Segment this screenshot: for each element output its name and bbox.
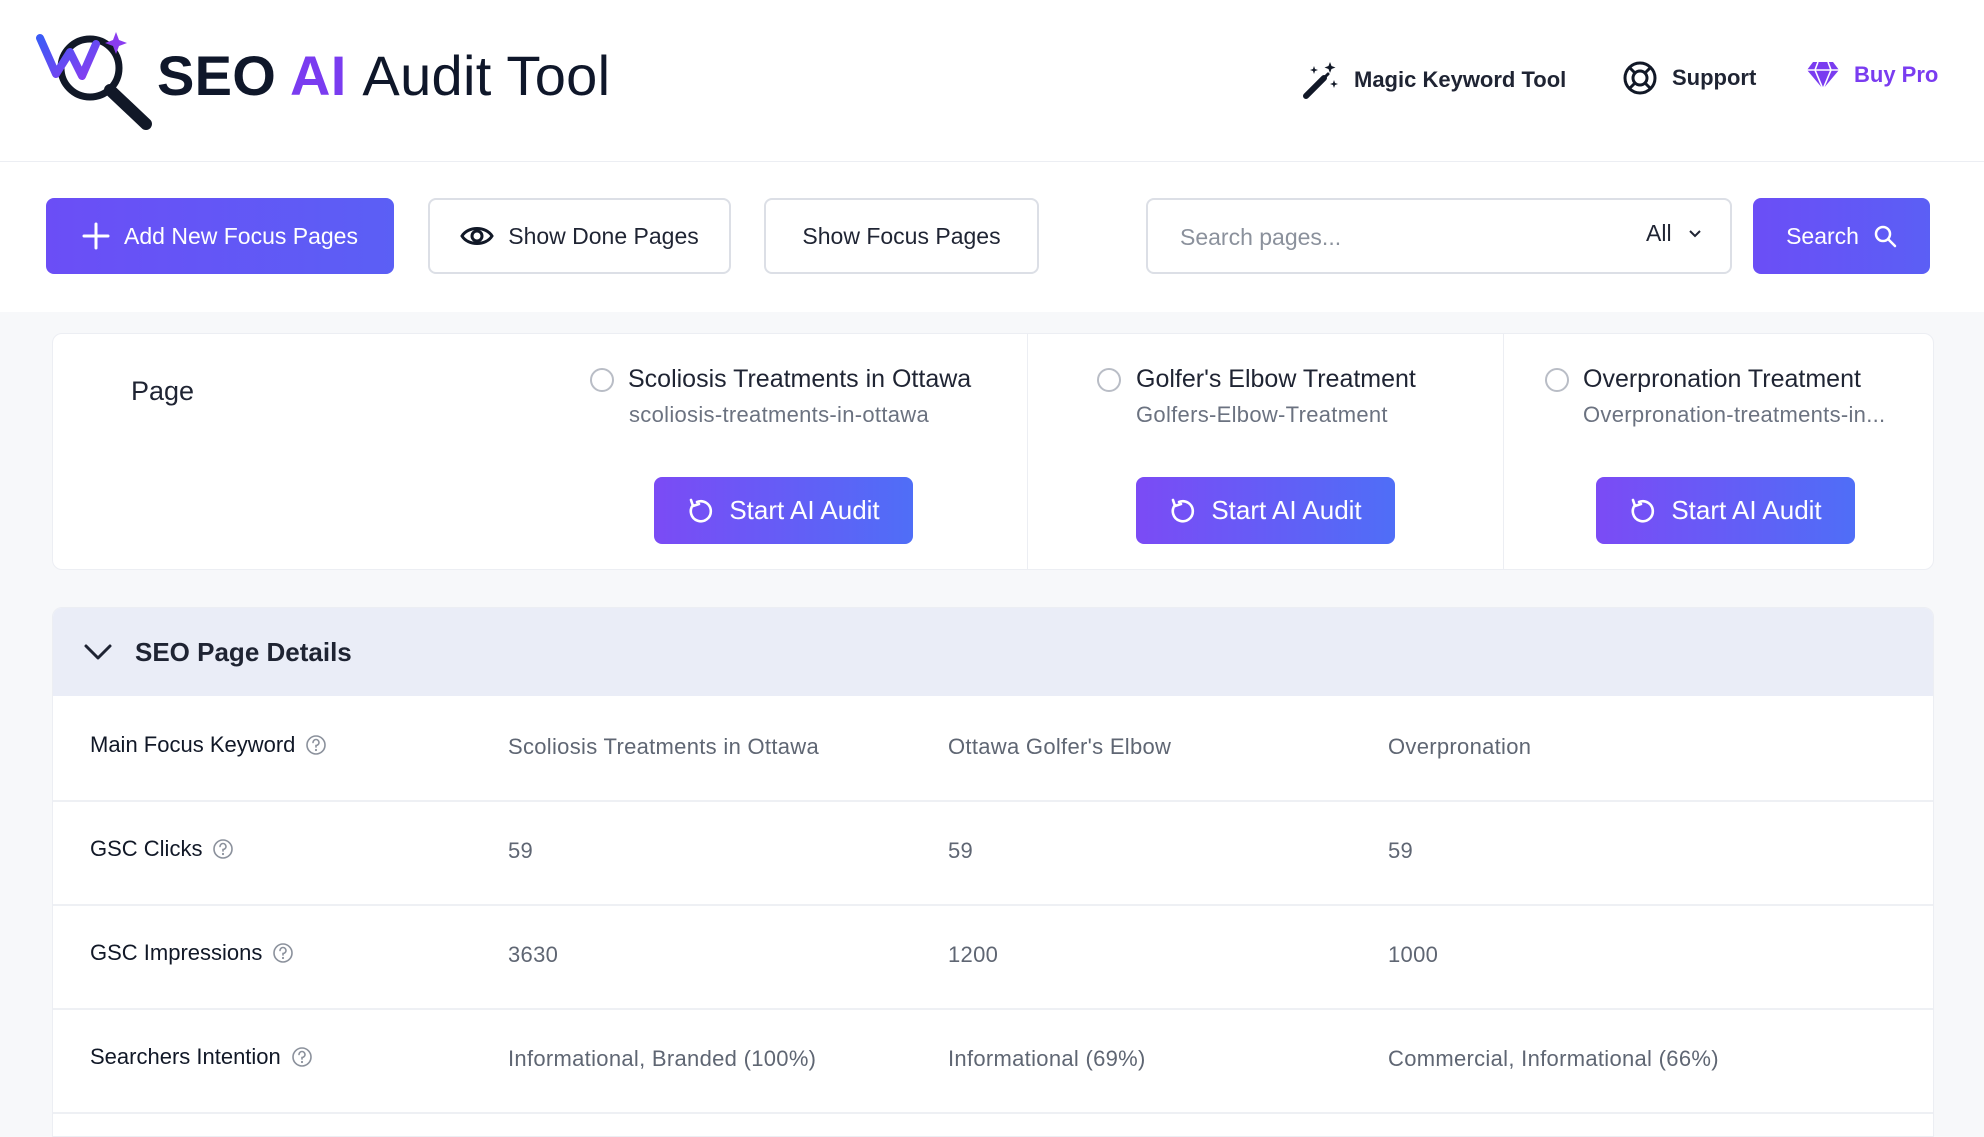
diamond-icon [1807,61,1839,90]
show-done-pages-button[interactable]: Show Done Pages [428,198,731,274]
audit-button-label: Start AI Audit [1671,495,1822,525]
row-label: GSC Impressions [90,940,263,965]
toolbar: Add New Focus Pages Show Done Pages Show… [0,162,1984,312]
row-value: 3630 [508,942,559,967]
magic-wand-icon [1303,62,1338,99]
table-row: Main Focus Keyword Scoliosis Treatments … [53,696,1933,802]
row-label-wrap: Searchers Intention [90,1044,313,1070]
row-value: 1000 [1388,942,1439,967]
row-value: Scoliosis Treatments in Ottawa [508,734,820,759]
plus-icon [82,222,110,250]
refresh-icon [1171,498,1195,522]
row-label-wrap: Main Focus Keyword [90,732,327,758]
search-button[interactable]: Search [1753,198,1930,274]
pages-compare-card: Page Scoliosis Treatments in Ottawa scol… [52,333,1934,570]
eye-icon [460,227,494,245]
start-ai-audit-button[interactable]: Start AI Audit [654,477,913,544]
nav-buy-pro[interactable]: Buy Pro [1806,60,1938,90]
nav-magic-keyword-tool[interactable]: Magic Keyword Tool [1300,60,1566,100]
help-icon[interactable] [305,734,327,756]
nav-support[interactable]: Support [1622,60,1756,96]
page-select-radio[interactable] [1097,368,1121,392]
row-value: 59 [948,838,974,863]
table-row: GSC Impressions 3630 1200 1000 [53,904,1933,1010]
search-button-label: Search [1786,222,1859,249]
nav-support-label: Support [1672,65,1757,90]
logo-magnifier-icon [36,32,152,130]
page-column: Overpronation Treatment Overpronation-tr… [1503,334,1984,569]
search-icon [1874,225,1897,248]
show-focus-label: Show Focus Pages [802,222,1001,249]
row-label: Main Focus Keyword [90,732,296,757]
page-title: Golfer's Elbow Treatment [1136,365,1416,393]
filter-value: All [1646,220,1672,246]
logo-ai: AI [289,44,347,107]
page-slug: Golfers-Elbow-Treatment [1136,402,1388,427]
page-column-label: Page [131,376,195,406]
row-value: 59 [508,838,534,863]
chevron-down-icon [84,644,112,660]
page-column: Scoliosis Treatments in Ottawa scoliosis… [534,334,1027,569]
nav-magic-label: Magic Keyword Tool [1354,67,1567,92]
help-icon[interactable] [272,942,294,964]
row-label-wrap: GSC Clicks [90,836,234,862]
seo-page-details-panel: SEO Page Details Main Focus Keyword Scol… [52,607,1934,1137]
row-label-wrap: GSC Impressions [90,940,294,966]
details-title: SEO Page Details [135,636,352,667]
row-value: Informational, Branded (100%) [508,1046,817,1071]
page-select-radio[interactable] [590,368,614,392]
seo-page-details-toggle[interactable]: SEO Page Details [53,608,1933,696]
app-logo-text[interactable]: SEO AI Audit Tool [157,43,610,108]
show-done-label: Show Done Pages [508,222,699,249]
show-focus-pages-button[interactable]: Show Focus Pages [764,198,1039,274]
add-new-label: Add New Focus Pages [124,222,358,249]
nav-buy-pro-label: Buy Pro [1854,62,1939,87]
row-value: Informational (69%) [948,1046,1146,1071]
page-title: Scoliosis Treatments in Ottawa [628,365,972,393]
page-select-radio[interactable] [1545,368,1569,392]
refresh-icon [1631,498,1655,522]
page-column: Golfer's Elbow Treatment Golfers-Elbow-T… [1027,334,1504,569]
top-header: SEO AI Audit Tool Magic Keyword Tool Sup… [0,0,1984,162]
page-slug: scoliosis-treatments-in-ottawa [629,402,929,427]
add-new-focus-pages-button[interactable]: Add New Focus Pages [46,198,394,274]
page-title: Overpronation Treatment [1583,365,1861,393]
page-slug: Overpronation-treatments-in... [1583,402,1886,427]
refresh-icon [689,498,713,522]
audit-button-label: Start AI Audit [729,495,880,525]
search-box: All [1146,198,1732,274]
row-value: 1200 [948,942,999,967]
lifebuoy-icon [1623,61,1657,95]
row-label: Searchers Intention [90,1044,281,1069]
table-row: Searchers Intention Informational, Brand… [53,1008,1933,1114]
help-icon[interactable] [212,838,234,860]
row-value: Overpronation [1388,734,1532,759]
row-label: GSC Clicks [90,836,203,861]
audit-button-label: Start AI Audit [1211,495,1362,525]
logo-prefix: SEO [157,44,277,107]
chevron-down-icon [1688,229,1701,237]
search-input[interactable] [1178,218,1542,256]
filter-select[interactable]: All [1646,220,1702,247]
table-row: GSC Clicks 59 59 59 [53,800,1933,906]
start-ai-audit-button[interactable]: Start AI Audit [1136,477,1395,544]
start-ai-audit-button[interactable]: Start AI Audit [1596,477,1855,544]
help-icon[interactable] [291,1046,313,1068]
logo-suffix: Audit Tool [362,44,611,107]
row-value: 59 [1388,838,1414,863]
row-value: Ottawa Golfer's Elbow [948,734,1172,759]
row-value: Commercial, Informational (66%) [1388,1046,1719,1071]
